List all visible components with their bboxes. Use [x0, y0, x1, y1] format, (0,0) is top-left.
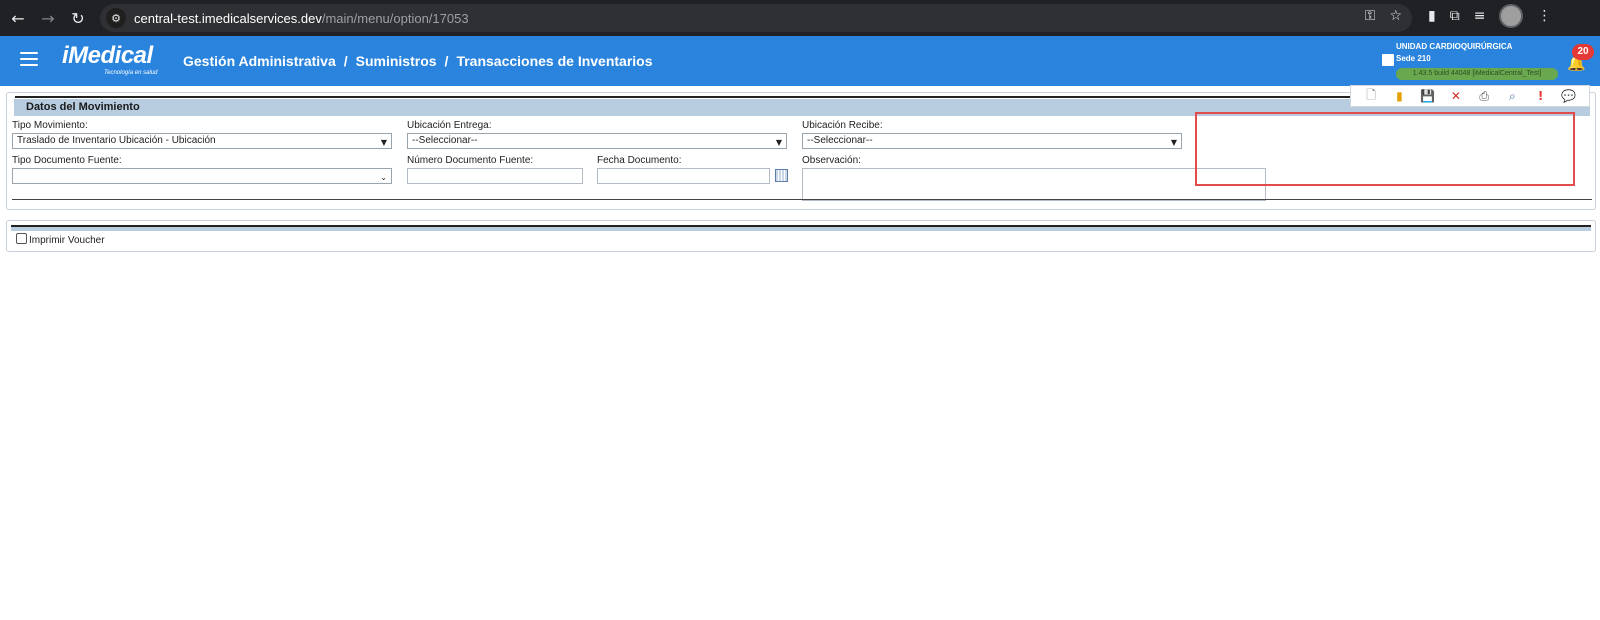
chevron-down-icon: ▼: [380, 138, 387, 147]
ubicacion-recibe-select[interactable]: --Seleccionar-- ▼: [802, 133, 1182, 149]
save-icon[interactable]: 💾: [1420, 89, 1435, 103]
address-bar[interactable]: ⚙ central-test.imedicalservices.dev/main…: [100, 4, 1412, 32]
extensions-icon[interactable]: ⧉: [1450, 8, 1460, 24]
panel-band: [11, 227, 1591, 231]
forward-arrow-icon[interactable]: →: [34, 4, 62, 32]
hamburger-menu-icon[interactable]: [20, 52, 38, 66]
breadcrumb: Gestión Administrativa / Suministros / T…: [183, 53, 653, 69]
browser-menu-icon[interactable]: ⋮: [1537, 8, 1551, 24]
chevron-down-icon: ▼: [775, 138, 782, 147]
back-arrow-icon[interactable]: ←: [4, 4, 32, 32]
breadcrumb-item[interactable]: Suministros: [356, 53, 437, 69]
chevron-down-icon: ⌄: [380, 173, 387, 182]
divider: [12, 199, 1592, 200]
app-header: iMedical Tecnología en salud Gestión Adm…: [0, 36, 1600, 86]
print-icon[interactable]: ⎙: [1477, 89, 1491, 103]
imprimir-voucher-label[interactable]: Imprimir Voucher: [29, 235, 105, 246]
browser-toolbar: ← → ↻ ⚙ central-test.imedicalservices.de…: [0, 0, 1600, 36]
notification-count-badge: 20: [1572, 44, 1594, 60]
ubicacion-entrega-select[interactable]: --Seleccionar-- ▼: [407, 133, 787, 149]
ubicacion-entrega-label: Ubicación Entrega:: [407, 120, 492, 131]
breadcrumb-item[interactable]: Transacciones de Inventarios: [456, 53, 652, 69]
tipo-documento-select[interactable]: ⌄: [12, 168, 392, 184]
fecha-documento-label: Fecha Documento:: [597, 155, 682, 166]
reading-list-icon[interactable]: ▮: [1428, 8, 1436, 24]
breadcrumb-separator: /: [444, 53, 449, 69]
site-settings-icon[interactable]: ⚙: [106, 8, 126, 28]
open-folder-icon[interactable]: ▮: [1392, 89, 1406, 103]
tipo-documento-label: Tipo Documento Fuente:: [12, 155, 122, 166]
tipo-movimiento-label: Tipo Movimiento:: [12, 120, 88, 131]
comment-icon[interactable]: 💬: [1561, 89, 1576, 103]
media-control-icon[interactable]: ≡: [1474, 8, 1486, 24]
chevron-down-icon: ▼: [1170, 138, 1177, 147]
tipo-movimiento-select[interactable]: Traslado de Inventario Ubicación - Ubica…: [12, 133, 392, 149]
url-text[interactable]: central-test.imedicalservices.dev/main/m…: [134, 11, 469, 26]
ubicacion-recibe-label: Ubicación Recibe:: [802, 120, 883, 131]
highlight-box: [1195, 112, 1575, 186]
fecha-documento-input[interactable]: [597, 168, 770, 184]
numero-documento-label: Número Documento Fuente:: [407, 155, 534, 166]
new-document-icon[interactable]: 🗋: [1364, 88, 1378, 103]
reload-icon[interactable]: ↻: [64, 4, 92, 32]
action-toolbar: 🗋 ▮ 💾 ✕ ⎙ ⌕ ! 💬: [1350, 85, 1590, 107]
bookmark-star-icon[interactable]: ☆: [1389, 8, 1402, 24]
calendar-icon[interactable]: [775, 169, 788, 182]
observacion-label: Observación:: [802, 155, 861, 166]
breadcrumb-separator: /: [343, 53, 348, 69]
version-badge: 1.43.5 build 44048 [iMedicalCentral_Test…: [1396, 68, 1558, 80]
alert-icon[interactable]: !: [1534, 89, 1548, 103]
search-preview-icon[interactable]: ⌕: [1505, 89, 1519, 103]
cancel-document-icon[interactable]: ✕: [1449, 89, 1463, 103]
key-icon[interactable]: ⚿: [1365, 8, 1376, 24]
profile-avatar[interactable]: [1499, 4, 1524, 28]
imedical-logo[interactable]: iMedical Tecnología en salud: [62, 42, 158, 76]
voucher-panel: Imprimir Voucher: [6, 220, 1596, 252]
numero-documento-input[interactable]: [407, 168, 583, 184]
building-icon: [1382, 54, 1394, 66]
imprimir-voucher-checkbox[interactable]: [16, 233, 27, 244]
breadcrumb-item[interactable]: Gestión Administrativa: [183, 53, 336, 69]
